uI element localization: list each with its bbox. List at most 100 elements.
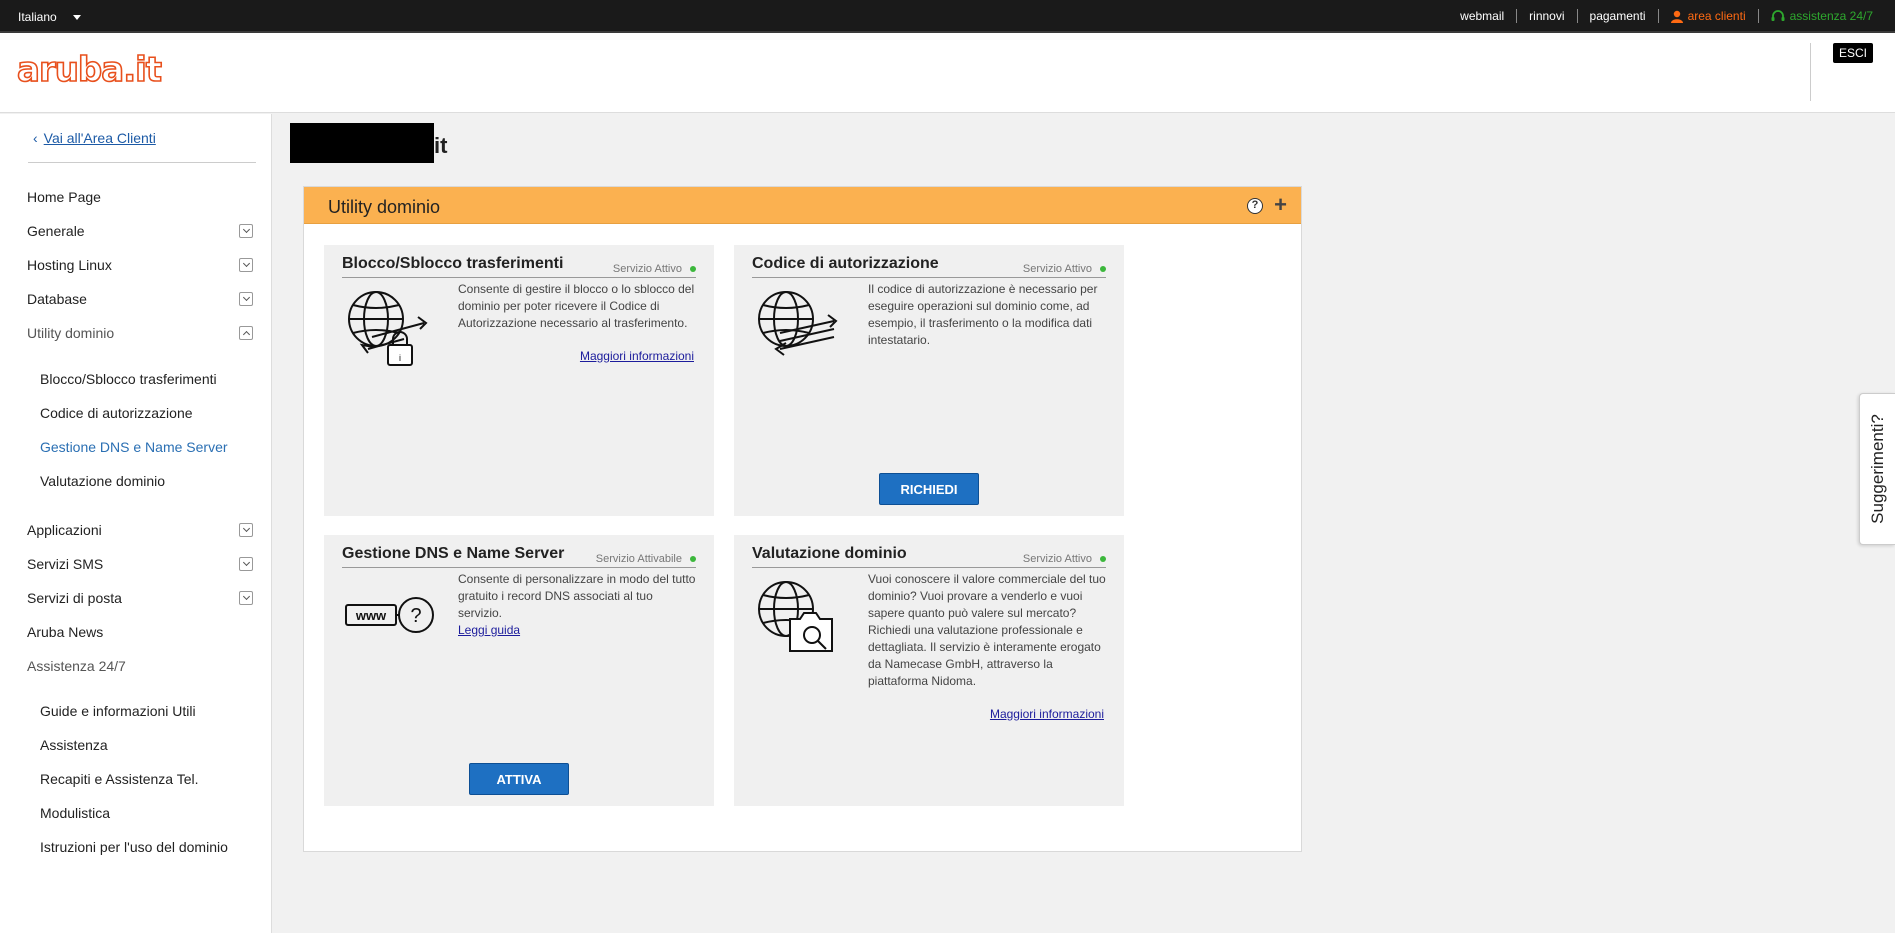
maggiori-informazioni-link[interactable]: Maggiori informazioni [990, 707, 1104, 721]
sidebar-item-label: Home Page [27, 189, 101, 205]
sidebar-item-news[interactable]: Aruba News [27, 622, 253, 642]
area-clienti-link[interactable]: area clienti [1659, 9, 1759, 23]
rinnovi-link[interactable]: rinnovi [1517, 9, 1578, 23]
assistenza-link[interactable]: assistenza 24/7 [1759, 9, 1873, 23]
sidebar-subitem-istruzioni[interactable]: Istruzioni per l'uso del dominio [40, 839, 228, 855]
sidebar-item-label: Utility dominio [27, 325, 115, 341]
logout-button[interactable]: ESCI [1832, 43, 1873, 63]
pagamenti-link[interactable]: pagamenti [1578, 9, 1659, 23]
status-badge: Servizio Attivo [1023, 553, 1106, 565]
card-title: Valutazione dominio [752, 545, 907, 562]
feedback-label: Suggerimenti? [1867, 414, 1887, 524]
area-clienti-label: area clienti [1687, 9, 1746, 23]
domain-suffix: it [434, 133, 448, 158]
headset-icon [1771, 9, 1785, 21]
sidebar-item-label: Applicazioni [27, 522, 102, 538]
user-icon [1670, 10, 1683, 23]
maggiori-informazioni-link[interactable]: Maggiori informazioni [580, 349, 694, 363]
card-codice: Codice di autorizzazione Servizio Attivo… [734, 245, 1124, 516]
status-badge: Servizio Attivo [1023, 263, 1106, 275]
sidebar-item-home[interactable]: Home Page [27, 187, 253, 207]
card-description: Vuoi conoscere il valore commerciale del… [868, 572, 1106, 688]
status-label: Servizio Attivo [1022, 553, 1092, 565]
sidebar-item-label: Hosting Linux [27, 257, 112, 273]
sidebar-item-generale[interactable]: Generale [27, 221, 253, 241]
sidebar-item-label: Assistenza 24/7 [27, 658, 126, 674]
language-label: Italiano [18, 10, 57, 24]
divider [752, 567, 1106, 568]
sidebar-subitem-blocco[interactable]: Blocco/Sblocco trasferimenti [40, 371, 217, 387]
card-description: Il codice di autorizzazione è necessario… [868, 282, 1098, 347]
page-title: it [290, 123, 447, 163]
divider [28, 162, 256, 163]
assistenza-label: assistenza 24/7 [1789, 9, 1873, 23]
sidebar-item-assistenza[interactable]: Assistenza 24/7 [27, 656, 253, 676]
sidebar-item-label: Servizi SMS [27, 556, 104, 572]
top-bar: Italiano webmail rinnovi pagamenti area … [0, 0, 1895, 33]
sidebar-subitem-recapiti[interactable]: Recapiti e Assistenza Tel. [40, 771, 199, 787]
sidebar-subitem-codice[interactable]: Codice di autorizzazione [40, 405, 193, 421]
help-icon[interactable]: ? [1247, 198, 1263, 214]
sidebar-item-utility[interactable]: Utility dominio [27, 323, 253, 343]
svg-text:www: www [355, 608, 387, 623]
panel-title: Utility dominio [328, 197, 441, 217]
status-badge: Servizio Attivo [613, 263, 696, 275]
card-description: Consente di gestire il blocco o lo sbloc… [458, 282, 695, 330]
sidebar-item-applicazioni[interactable]: Applicazioni [27, 520, 253, 540]
attiva-button[interactable]: ATTIVA [469, 763, 569, 795]
panel-header: Utility dominio ? + [304, 187, 1301, 224]
chevron-down-icon[interactable] [239, 224, 253, 238]
aruba-logo[interactable]: aruba.it [16, 49, 163, 91]
chevron-down-icon[interactable] [239, 258, 253, 272]
sidebar-item-database[interactable]: Database [27, 289, 253, 309]
status-dot-icon [690, 266, 696, 272]
sidebar-item-label: Servizi di posta [27, 590, 122, 606]
card-valutazione: Valutazione dominio Servizio Attivo Vuoi… [734, 535, 1124, 806]
chevron-up-icon[interactable] [239, 326, 253, 340]
leggi-guida-link[interactable]: Leggi guida [458, 622, 696, 639]
www-question-icon: www ? [345, 597, 434, 633]
globe-lock-icon: i [348, 291, 428, 366]
sidebar-subitem-assistenza[interactable]: Assistenza [40, 737, 108, 753]
sidebar-item-posta[interactable]: Servizi di posta [27, 588, 253, 608]
divider [342, 567, 696, 568]
webmail-link[interactable]: webmail [1448, 9, 1518, 23]
chevron-down-icon[interactable] [239, 591, 253, 605]
sidebar-subitem-dns[interactable]: Gestione DNS e Name Server [40, 439, 228, 455]
chevron-down-icon[interactable] [239, 523, 253, 537]
sidebar-item-hosting[interactable]: Hosting Linux [27, 255, 253, 275]
sidebar-item-label: Aruba News [27, 624, 104, 640]
back-link-label: Vai all'Area Clienti [43, 130, 156, 146]
chevron-down-icon[interactable] [239, 557, 253, 571]
card-title: Blocco/Sblocco trasferimenti [342, 255, 564, 272]
sidebar-item-label: Database [27, 291, 87, 307]
sidebar-item-sms[interactable]: Servizi SMS [27, 554, 253, 574]
language-selector[interactable]: Italiano [18, 10, 81, 24]
status-dot-icon [1100, 266, 1106, 272]
sidebar-item-label: Generale [27, 223, 85, 239]
feedback-tab[interactable]: Suggerimenti? [1859, 393, 1895, 545]
utility-panel: Utility dominio ? + Blocco/Sblocco trasf… [303, 186, 1302, 852]
sidebar-subitem-modulistica[interactable]: Modulistica [40, 805, 110, 821]
card-title: Gestione DNS e Name Server [342, 545, 565, 562]
sidebar-subitem-guide[interactable]: Guide e informazioni Utili [40, 703, 196, 719]
card-description-text: Consente di personalizzare in modo del t… [458, 572, 696, 620]
svg-text:?: ? [410, 605, 421, 627]
header: aruba.it ESCI [0, 33, 1895, 113]
svg-text:i: i [399, 353, 401, 363]
status-label: Servizio Attivabile [595, 553, 682, 565]
globe-transfer-icon [758, 291, 838, 356]
status-label: Servizio Attivo [1022, 263, 1092, 275]
chevron-down-icon[interactable] [239, 292, 253, 306]
status-dot-icon [1100, 556, 1106, 562]
plus-icon[interactable]: + [1274, 194, 1287, 216]
redacted-domain [290, 123, 434, 163]
back-to-area-clienti-link[interactable]: ‹ Vai all'Area Clienti [33, 130, 156, 146]
header-divider [1810, 43, 1811, 101]
divider [752, 277, 1106, 278]
status-label: Servizio Attivo [612, 263, 682, 275]
richiedi-button[interactable]: RICHIEDI [879, 473, 979, 505]
status-dot-icon [690, 556, 696, 562]
status-badge: Servizio Attivabile [596, 553, 696, 565]
sidebar-subitem-valutazione[interactable]: Valutazione dominio [40, 473, 165, 489]
